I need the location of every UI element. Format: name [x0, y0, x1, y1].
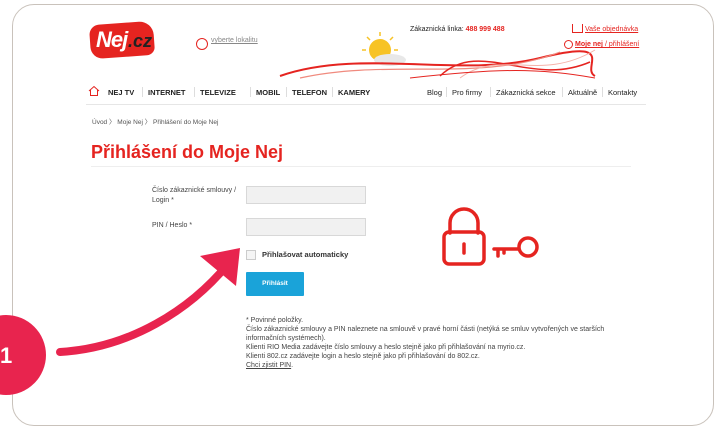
nav-item-zakaznicka-sekce[interactable]: Zákaznická sekce [496, 88, 556, 97]
nav-item-kontakty[interactable]: Kontakty [608, 88, 637, 97]
note-line: Číslo zákaznické smlouvy a PIN naleznete… [246, 326, 605, 333]
location-pin-icon [196, 38, 208, 50]
hotline-label: Zákaznická linka: [410, 26, 464, 33]
pointer-arrow-icon [56, 248, 240, 356]
nav-divider [250, 87, 251, 97]
note-line: informačních systémech). [246, 335, 326, 342]
breadcrumb[interactable]: Úvod 〉 Moje Nej 〉 Přihlášení do Moje Nej [92, 116, 218, 126]
pin-help-suffix: . [291, 362, 294, 369]
cart-icon [572, 24, 583, 33]
sun-icon [362, 32, 406, 66]
login-input[interactable] [246, 186, 366, 204]
note-line: Klienti 802.cz zadávejte login a heslo s… [246, 353, 480, 360]
note-line: Klienti RIO Media zadávejte číslo smlouv… [246, 344, 526, 351]
nav-divider [142, 87, 143, 97]
nav-divider [490, 87, 491, 97]
user-icon [564, 40, 573, 49]
step-badge-number: 1 [0, 343, 13, 368]
login-label: Číslo zákaznické smlouvy / Login * [152, 186, 236, 206]
hotline-number[interactable]: 488 999 488 [466, 26, 505, 33]
nav-item-pro-firmy[interactable]: Pro firmy [452, 88, 482, 97]
login-submit-button[interactable]: Přihlásit [246, 272, 304, 296]
nav-divider [446, 87, 447, 97]
logo-text: Nej [96, 27, 128, 52]
login-link-rest: / přihlášení [603, 41, 640, 48]
login-label-line1: Číslo zákaznické smlouvy / [152, 187, 237, 194]
page-title: Přihlášení do Moje Nej [91, 142, 284, 162]
nav-divider [286, 87, 287, 97]
padlock-key-icon [442, 207, 539, 266]
nav-item-mobil[interactable]: MOBIL [256, 88, 280, 97]
main-nav: NEJ TV INTERNET TELEVIZE MOBIL TELEFON K… [86, 82, 646, 104]
login-link-bold: Moje nej [575, 41, 604, 48]
nav-item-nej-tv[interactable]: NEJ TV [108, 88, 134, 97]
login-label-line2: Login * [152, 197, 174, 204]
nav-item-aktualne[interactable]: Aktuálně [568, 88, 597, 97]
nav-item-internet[interactable]: INTERNET [148, 88, 186, 97]
nav-item-telefon[interactable]: TELEFON [292, 88, 327, 97]
orders-link[interactable]: Vaše objednávka [585, 26, 638, 33]
home-icon[interactable] [88, 85, 100, 97]
nav-divider [562, 87, 563, 97]
pin-input[interactable] [246, 218, 366, 236]
autologin-label: Přihlašovat automaticky [262, 250, 349, 259]
title-divider [91, 166, 631, 167]
nav-item-kamery[interactable]: KAMERY [338, 88, 370, 97]
nav-divider [194, 87, 195, 97]
login-link[interactable]: Moje nej / přihlášení [575, 41, 639, 48]
hotline: Zákaznická linka: 488 999 488 [410, 26, 505, 33]
location-link[interactable]: vyberte lokalitu [211, 37, 258, 44]
nav-divider-line [86, 104, 646, 105]
nav-item-blog[interactable]: Blog [427, 88, 442, 97]
note-line: * Povinné položky. [246, 317, 304, 324]
header-decoration [279, 32, 596, 79]
nav-divider [332, 87, 333, 97]
nav-divider [602, 87, 603, 97]
pin-help-link[interactable]: Chci zjistit PIN [246, 362, 291, 369]
logo-suffix: .cz [128, 31, 153, 51]
pin-help: Chci zjistit PIN. [246, 361, 293, 370]
nav-item-televize[interactable]: TELEVIZE [200, 88, 236, 97]
